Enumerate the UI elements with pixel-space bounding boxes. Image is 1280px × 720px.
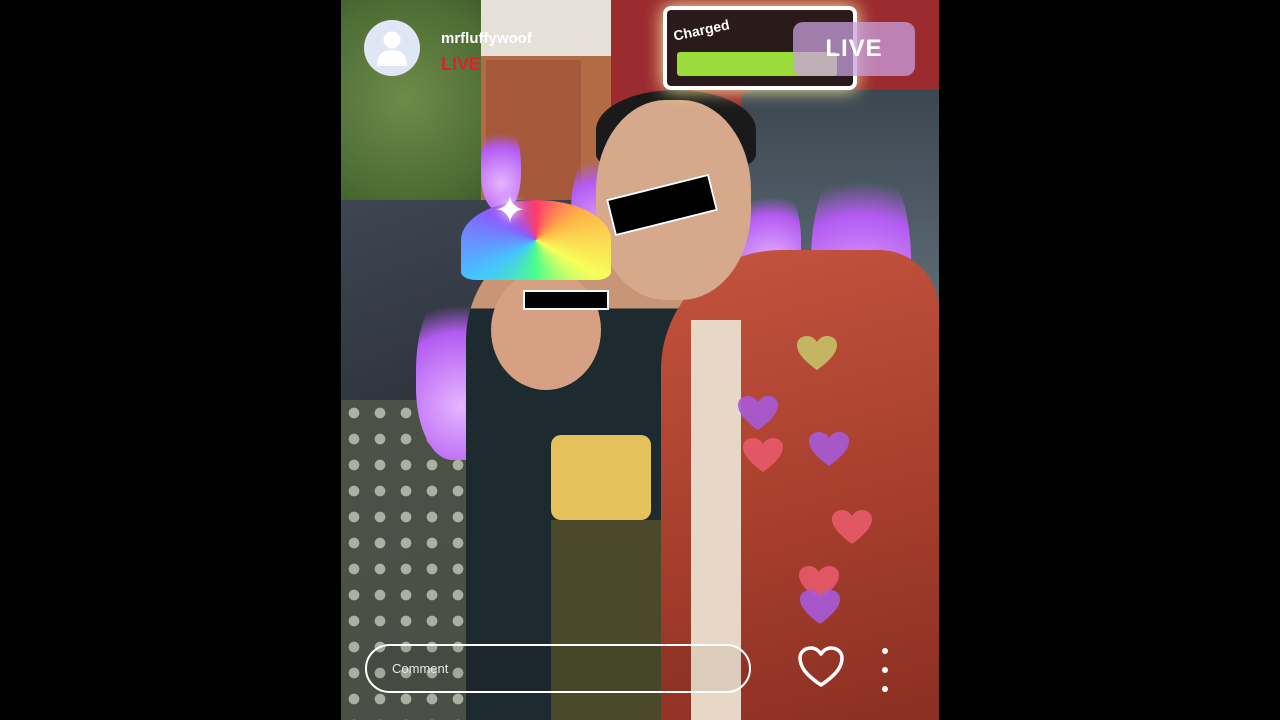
comment-input[interactable]: Comment — [365, 644, 751, 693]
live-indicator: LIVE — [441, 54, 482, 74]
avatar[interactable] — [364, 20, 420, 76]
pixel-sunglasses-sticker — [523, 290, 609, 310]
comment-placeholder: Comment — [392, 661, 449, 676]
more-options-button[interactable] — [877, 648, 893, 692]
live-header: mrfluffywoof LIVE LIVE — [341, 0, 939, 90]
sparkle-icon: ✦ — [494, 190, 526, 232]
yellow-top — [551, 435, 651, 520]
like-button[interactable] — [796, 644, 846, 690]
live-video-stage: ✦ Charged mrfluffywoof LIVE LIVE Comment — [341, 0, 939, 720]
floating-heart-icon — [738, 396, 778, 430]
floating-heart-icon — [797, 336, 837, 370]
live-badge: LIVE — [793, 22, 915, 76]
user-silhouette-icon — [377, 31, 407, 66]
face-left — [491, 270, 601, 390]
floating-heart-icon — [809, 432, 849, 466]
heart-outline-icon — [798, 646, 844, 687]
floating-heart-icon — [800, 590, 840, 624]
video-scene: ✦ Charged — [341, 0, 939, 720]
floating-heart-icon — [743, 438, 783, 472]
floating-heart-icon — [832, 510, 872, 544]
username[interactable]: mrfluffywoof — [441, 30, 532, 47]
rainbow-hat-sticker — [461, 200, 611, 280]
vertical-ellipsis-icon — [882, 648, 888, 654]
